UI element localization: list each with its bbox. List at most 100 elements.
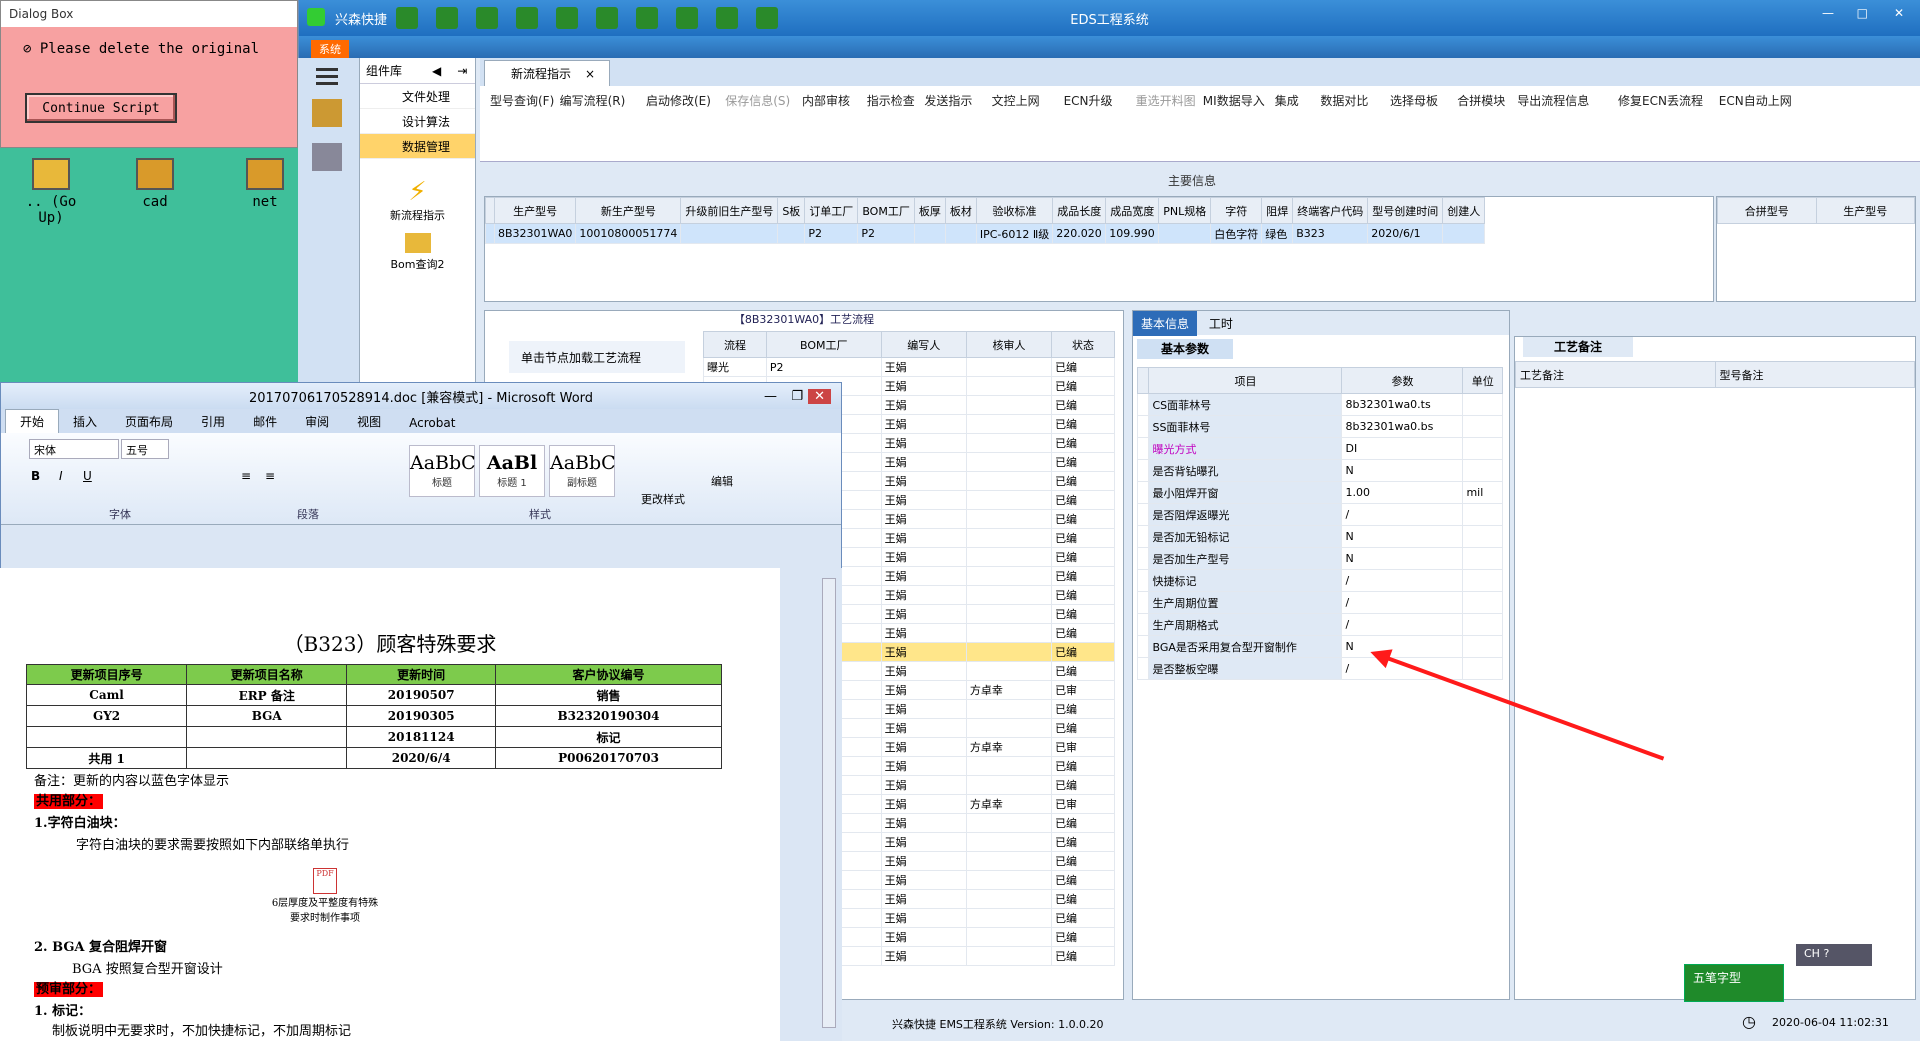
- word-tab[interactable]: 邮件: [239, 410, 291, 433]
- font-select[interactable]: 宋体: [29, 439, 119, 459]
- menu-icon[interactable]: [316, 68, 338, 71]
- table-cell[interactable]: N: [1341, 635, 1464, 658]
- table-row[interactable]: 生产周期位置 /: [1136, 591, 1503, 614]
- word-restore-button[interactable]: ❐: [791, 389, 803, 404]
- column-header[interactable]: 单位: [1462, 367, 1503, 394]
- column-header[interactable]: S板: [777, 197, 806, 224]
- monitor-icon[interactable]: [756, 7, 779, 29]
- table-row[interactable]: CS面菲林号 8b32301wa0.ts: [1136, 393, 1503, 416]
- list-icon[interactable]: [636, 7, 659, 29]
- table-row[interactable]: 是否加无铅标记 N: [1136, 525, 1503, 548]
- column-header[interactable]: 升级前旧生产型号: [680, 197, 779, 224]
- system-tab[interactable]: 系统: [311, 40, 349, 58]
- table-cell[interactable]: /: [1341, 591, 1464, 614]
- film-icon[interactable]: [556, 7, 579, 29]
- toolbar-button[interactable]: 文控上网: [992, 92, 1040, 109]
- style-heading1[interactable]: AaBl 标题 1: [479, 445, 545, 497]
- toolbar-button[interactable]: 编写流程(R): [560, 92, 626, 109]
- shortcut-bom[interactable]: Bom查询2: [360, 233, 475, 272]
- column-header[interactable]: 板材: [944, 197, 977, 224]
- toolbar-button[interactable]: 导出流程信息: [1517, 92, 1589, 109]
- column-header[interactable]: 成品长度: [1052, 197, 1107, 224]
- column-header[interactable]: BOM工厂: [857, 197, 915, 224]
- table-cell[interactable]: DI: [1341, 437, 1464, 460]
- word-tab[interactable]: 开始: [5, 409, 60, 433]
- word-scrollbar[interactable]: [822, 578, 836, 1028]
- toolbar-button[interactable]: 发送指示: [924, 92, 972, 109]
- toolbar-button[interactable]: 保存信息(S): [725, 92, 790, 109]
- scissors-icon[interactable]: [516, 7, 539, 29]
- toolbar-button[interactable]: 内部审核: [802, 92, 850, 109]
- table-row[interactable]: 快捷标记 /: [1136, 569, 1503, 592]
- pin-icon[interactable]: ⇥: [457, 64, 467, 78]
- table-row[interactable]: 8B32301WA0 10010800051774 P2 P2 IPC-6012 Ⅱ级 2…: [485, 223, 1486, 244]
- column-header[interactable]: 终端客户代码: [1292, 197, 1369, 224]
- tab-new-flow[interactable]: 新流程指示 ×: [484, 60, 610, 86]
- merge-col[interactable]: 生产型号: [1815, 197, 1915, 224]
- column-header[interactable]: 板厚: [913, 197, 946, 224]
- shortcut-new-flow[interactable]: ⚡ 新流程指示: [360, 177, 475, 223]
- table-cell[interactable]: /: [1341, 569, 1464, 592]
- column-header[interactable]: 状态: [1051, 331, 1115, 358]
- table-row[interactable]: 是否背钻曝孔 N: [1136, 459, 1503, 482]
- component-item[interactable]: 文件处理: [360, 84, 475, 109]
- word-tab[interactable]: 引用: [187, 410, 239, 433]
- word-tab[interactable]: 审阅: [291, 410, 343, 433]
- component-item[interactable]: 设计算法: [360, 109, 475, 134]
- column-header[interactable]: 验收标准: [975, 197, 1054, 224]
- prev-icon[interactable]: ◀: [432, 64, 441, 78]
- toolbar-button[interactable]: 数据对比: [1320, 92, 1368, 109]
- column-header[interactable]: 编写人: [880, 331, 967, 358]
- close-button[interactable]: ✕: [1894, 6, 1904, 20]
- toolbar-button[interactable]: 合拼模块: [1457, 92, 1505, 109]
- column-header[interactable]: 流程: [703, 331, 767, 358]
- desktop-icon-go-up[interactable]: .. (Go Up): [16, 158, 86, 226]
- style-subtitle[interactable]: AaBbC 副标题: [549, 445, 616, 497]
- tab-basic-info[interactable]: 基本信息: [1133, 311, 1198, 336]
- continue-script-button[interactable]: Continue Script: [25, 93, 177, 123]
- style-title[interactable]: AaBbC 标题: [409, 445, 476, 497]
- column-header[interactable]: 型号创建时间: [1367, 197, 1444, 224]
- toolbar-button[interactable]: 选择母板: [1390, 92, 1438, 109]
- area-chart-icon[interactable]: [716, 7, 739, 29]
- word-tab[interactable]: 视图: [343, 410, 395, 433]
- machine-icon[interactable]: [312, 143, 342, 171]
- ime-bar[interactable]: 五笔字型: [1684, 964, 1784, 1002]
- edit-button[interactable]: 编辑: [711, 473, 733, 489]
- column-header[interactable]: 新生产型号: [575, 197, 682, 224]
- table-row[interactable]: 最小阻焊开窗 1.00 mil: [1136, 481, 1503, 504]
- align-center-icon[interactable]: ≡: [265, 469, 275, 483]
- maximize-button[interactable]: □: [1857, 6, 1868, 20]
- table-cell[interactable]: 8b32301wa0.ts: [1341, 393, 1464, 416]
- process-hint[interactable]: 单击节点加载工艺流程: [509, 341, 685, 373]
- word-tab[interactable]: 插入: [59, 410, 111, 433]
- table-row[interactable]: 曝光方式 DI: [1136, 437, 1503, 460]
- toolbar-button[interactable]: MI数据导入: [1203, 92, 1265, 109]
- underline-button[interactable]: U: [83, 469, 92, 483]
- doc-item2-text[interactable]: BGA 按照复合型开窗设计: [72, 958, 223, 977]
- pdf-attachment[interactable]: PDF 6层厚度及平整度有特殊要求时制作事项: [270, 868, 380, 924]
- toolbar-button[interactable]: 集成: [1275, 92, 1299, 109]
- table-row[interactable]: 曝光 P2 王娟 已编: [703, 357, 1115, 377]
- toolbar-button[interactable]: 型号查询(F): [490, 92, 554, 109]
- column-header[interactable]: 字符: [1210, 197, 1263, 224]
- table-row[interactable]: SS面菲林号 8b32301wa0.bs: [1136, 415, 1503, 438]
- table-cell[interactable]: N: [1341, 547, 1464, 570]
- change-style-button[interactable]: 更改样式: [641, 491, 685, 507]
- table-row[interactable]: 是否加生产型号 N: [1136, 547, 1503, 570]
- toolbar-button[interactable]: 修复ECN丢流程: [1618, 92, 1703, 109]
- word-tab[interactable]: 页面布局: [111, 410, 187, 433]
- table-row[interactable]: BGA是否采用复合型开窗制作 N: [1136, 635, 1503, 658]
- tab-work-hours[interactable]: 工时: [1201, 311, 1241, 336]
- column-header[interactable]: 参数: [1341, 367, 1464, 394]
- search-icon[interactable]: [396, 7, 419, 29]
- table-cell[interactable]: /: [1341, 613, 1464, 636]
- user-icon[interactable]: [676, 7, 699, 29]
- notes-col[interactable]: 型号备注: [1714, 361, 1915, 388]
- column-header[interactable]: 创建人: [1442, 197, 1486, 224]
- table-row[interactable]: 生产周期格式 /: [1136, 613, 1503, 636]
- close-icon[interactable]: ×: [585, 67, 595, 81]
- column-header[interactable]: 订单工厂: [804, 197, 859, 224]
- notes-tab[interactable]: 工艺备注: [1523, 337, 1633, 357]
- align-left-icon[interactable]: ≡: [241, 469, 251, 483]
